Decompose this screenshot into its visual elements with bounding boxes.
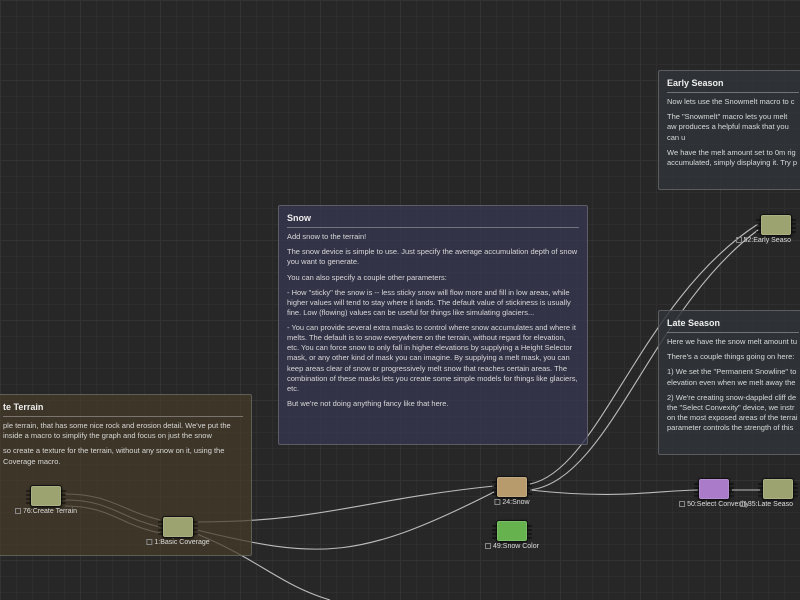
panel-text: The "Snowmelt" macro lets you melt aw pr… (667, 112, 799, 142)
panel-text: We have the melt amount set to 0m rig ac… (667, 148, 799, 168)
panel-text: There's a couple things going on here: (667, 352, 799, 362)
node-snow-color[interactable]: 49:Snow Color (496, 520, 528, 542)
node-late-season[interactable]: 35:Late Seaso (762, 478, 794, 500)
node-basic-coverage[interactable]: 1:Basic Coverage (162, 516, 194, 538)
panel-text: You can also specify a couple other para… (287, 273, 579, 283)
comment-panel-late[interactable]: Late Season Here we have the snow melt a… (658, 310, 800, 455)
node-snow[interactable]: 24:Snow (496, 476, 528, 498)
panel-text: 2) We're creating snow-dappled cliff de … (667, 393, 799, 434)
panel-text: 1) We set the "Permanent Snowline" to el… (667, 367, 799, 387)
panel-text: - How "sticky" the snow is -- less stick… (287, 288, 579, 318)
panel-text: so create a texture for the terrain, wit… (3, 446, 243, 466)
panel-text: But we're not doing anything fancy like … (287, 399, 579, 409)
panel-title: te Terrain (3, 401, 243, 417)
node-label: 24:Snow (494, 497, 529, 506)
panel-title: Early Season (667, 77, 799, 93)
panel-text: Now lets use the Snowmelt macro to c (667, 97, 799, 107)
comment-panel-terrain[interactable]: te Terrain ple terrain, that has some ni… (0, 394, 252, 556)
node-label: 76:Create Terrain (15, 506, 77, 515)
panel-text: - You can provide several extra masks to… (287, 323, 579, 394)
panel-title: Snow (287, 212, 579, 228)
node-label: 35:Late Seaso (740, 499, 793, 508)
panel-text: ple terrain, that has some nice rock and… (3, 421, 243, 441)
node-label: 1:Basic Coverage (146, 537, 209, 546)
panel-text: Add snow to the terrain! (287, 232, 579, 242)
node-label: 49:Snow Color (485, 541, 539, 550)
node-create-terrain[interactable]: 76:Create Terrain (30, 485, 62, 507)
panel-text: Here we have the snow melt amount tu (667, 337, 799, 347)
comment-panel-snow[interactable]: Snow Add snow to the terrain! The snow d… (278, 205, 588, 445)
panel-text: The snow device is simple to use. Just s… (287, 247, 579, 267)
node-graph-canvas[interactable]: te Terrain ple terrain, that has some ni… (0, 0, 800, 600)
panel-title: Late Season (667, 317, 799, 333)
node-label: 52:Early Seaso (736, 235, 791, 244)
node-label: 50:Select Convexity (679, 499, 749, 508)
comment-panel-early[interactable]: Early Season Now lets use the Snowmelt m… (658, 70, 800, 190)
node-select-convexity[interactable]: 50:Select Convexity (698, 478, 730, 500)
node-early-season[interactable]: 52:Early Seaso (760, 214, 792, 236)
